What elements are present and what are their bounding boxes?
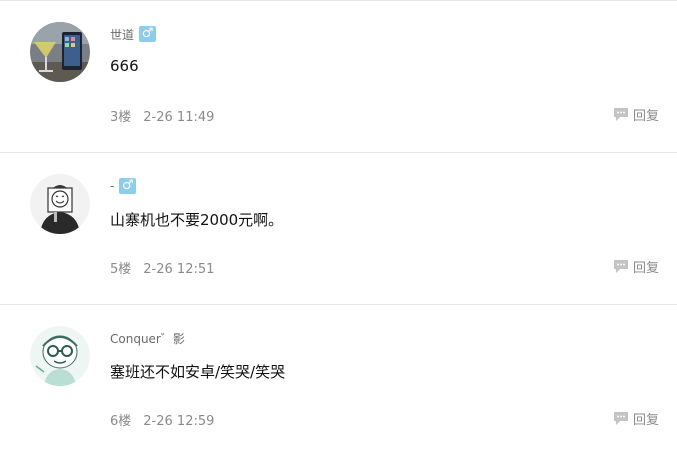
comment-text: 山寨机也不要2000元啊。	[110, 211, 284, 229]
username-row: 世道 ♂	[110, 25, 157, 43]
timestamp: 2-26 11:49	[143, 110, 215, 125]
reply-button[interactable]: 回复	[613, 105, 659, 124]
comment-bubble-icon	[613, 412, 628, 425]
comment-meta: 5楼 2-26 12:51	[110, 258, 214, 277]
avatar-cartoon-glasses-icon	[30, 326, 90, 386]
avatar[interactable]	[30, 326, 90, 386]
comment-text: 666	[110, 57, 139, 75]
avatar[interactable]	[30, 174, 90, 234]
username[interactable]: 世道	[110, 26, 134, 43]
male-gender-icon: ♂	[139, 26, 157, 42]
floor-number: 3楼	[110, 110, 132, 125]
floor-number: 6楼	[110, 414, 132, 429]
reply-label: 回复	[632, 413, 659, 428]
timestamp: 2-26 12:51	[143, 262, 215, 277]
reply-label: 回复	[632, 109, 659, 124]
comment-item: Conquer゛影 塞班还不如安卓/笑哭/笑哭 6楼 2-26 12:59 回复	[0, 305, 677, 457]
reply-button[interactable]: 回复	[613, 257, 659, 276]
comment-text: 塞班还不如安卓/笑哭/笑哭	[110, 363, 286, 381]
avatar[interactable]	[30, 22, 90, 82]
comment-meta: 3楼 2-26 11:49	[110, 106, 214, 125]
username[interactable]: Conquer゛影	[110, 330, 185, 347]
avatar-cocktail-phone-icon	[30, 22, 90, 82]
timestamp: 2-26 12:59	[143, 414, 215, 429]
comment-meta: 6楼 2-26 12:59	[110, 410, 214, 429]
floor-number: 5楼	[110, 262, 132, 277]
reply-label: 回复	[632, 261, 659, 276]
avatar-sketch-smiley-icon	[30, 174, 90, 234]
reply-button[interactable]: 回复	[613, 409, 659, 428]
username[interactable]: -	[110, 179, 114, 193]
username-row: Conquer゛影	[110, 329, 185, 347]
username-row: - ♂	[110, 177, 137, 195]
comment-item: - ♂ 山寨机也不要2000元啊。 5楼 2-26 12:51 回复	[0, 153, 677, 305]
comment-bubble-icon	[613, 260, 628, 273]
comment-bubble-icon	[613, 108, 628, 121]
comment-item: 世道 ♂ 666 3楼 2-26 11:49 回复	[0, 1, 677, 153]
male-gender-icon: ♂	[119, 178, 137, 194]
